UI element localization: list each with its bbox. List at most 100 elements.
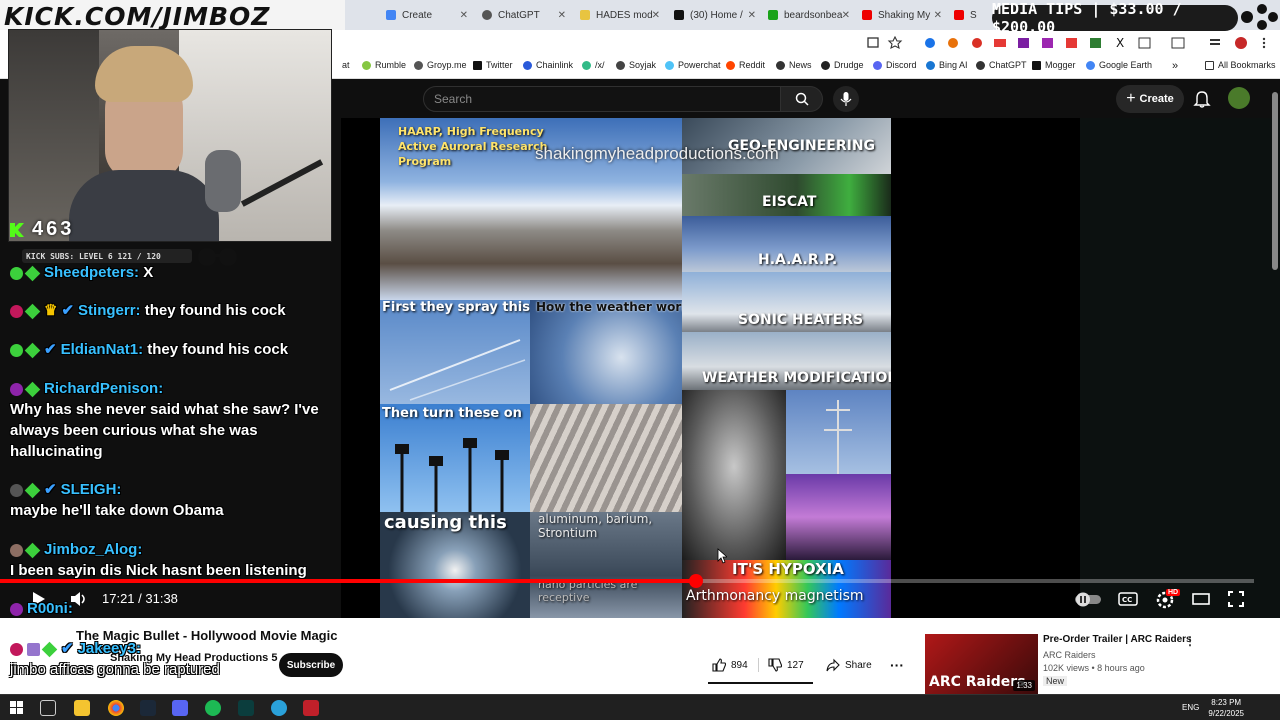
gift-badge-icon: [27, 642, 40, 656]
windows-taskbar: ENG 8:23 PM 9/22/2025: [0, 694, 1280, 720]
bookmark-item[interactable]: Soyjak: [616, 60, 656, 70]
bookmark-item[interactable]: Drudge: [821, 60, 864, 70]
share-icon: [826, 658, 840, 672]
chat-username[interactable]: R00ni:: [27, 600, 73, 617]
create-button[interactable]: + Create: [1116, 85, 1184, 113]
bookmark-item[interactable]: ChatGPT: [976, 60, 1027, 70]
voice-search-button[interactable]: [833, 86, 859, 112]
new-badge: New: [1043, 676, 1068, 686]
like-button[interactable]: 894: [712, 654, 748, 676]
soyjak-icon: [616, 60, 625, 70]
browser-tab[interactable]: HADES mod ✕: [574, 4, 664, 26]
recommended-menu-icon[interactable]: ⋮: [1184, 634, 1196, 648]
discord-icon[interactable]: [172, 700, 188, 716]
bookmark-item[interactable]: /x/: [582, 60, 605, 70]
chat-username[interactable]: Jimboz_Alog:: [44, 541, 142, 558]
dislike-button[interactable]: 127: [768, 654, 804, 676]
subscriber-badge-icon: [24, 303, 41, 319]
recommended-video-title[interactable]: Pre-Order Trailer | ARC Raiders: [1043, 634, 1192, 645]
steam-icon[interactable]: [140, 700, 156, 716]
bookmark-item[interactable]: Bing AI: [926, 60, 968, 70]
close-tab-icon[interactable]: ✕: [652, 10, 660, 21]
bookmark-label: Mogger: [1045, 60, 1076, 70]
close-tab-icon[interactable]: ✕: [934, 10, 942, 21]
close-tab-icon[interactable]: ✕: [460, 10, 468, 21]
all-bookmarks-button[interactable]: All Bookmarks: [1205, 60, 1276, 70]
bookmark-item[interactable]: News: [776, 60, 812, 70]
tab-label: (30) Home /: [690, 9, 743, 21]
chat-username[interactable]: Sheedpeters:: [44, 264, 139, 281]
app-icon[interactable]: [238, 700, 254, 716]
chat-username[interactable]: SLEIGH:: [61, 481, 122, 498]
notifications-bell-icon[interactable]: [1192, 89, 1212, 109]
thumbnail-text: ARC Raiders: [929, 674, 1026, 690]
captions-icon[interactable]: CC: [1118, 591, 1138, 607]
close-tab-icon[interactable]: ✕: [558, 10, 566, 21]
bookmark-item[interactable]: Powerchat: [665, 60, 721, 70]
app-icon[interactable]: [303, 700, 319, 716]
theater-mode-icon[interactable]: [1192, 592, 1210, 606]
browser-tab[interactable]: Shaking My ✕: [856, 4, 946, 26]
bookmark-item[interactable]: Reddit: [726, 60, 765, 70]
browser-tab[interactable]: ChatGPT ✕: [476, 4, 570, 26]
taskbar-clock[interactable]: 8:23 PM 9/22/2025: [1208, 697, 1244, 719]
chatgpt-icon: [976, 60, 985, 70]
bookmark-item[interactable]: Groyp.me: [414, 60, 467, 70]
eiscat-label: EISCAT: [762, 194, 817, 210]
folder-icon: [1205, 60, 1214, 70]
chat-username[interactable]: Jakeey3:: [78, 640, 141, 657]
bookmark-item[interactable]: Chainlink: [523, 60, 573, 70]
bookmark-label: at: [342, 60, 350, 70]
browser-tab[interactable]: Create ✕: [380, 4, 472, 26]
x-twitter-icon: [473, 60, 482, 70]
chat-username[interactable]: Stingerr:: [78, 302, 141, 319]
account-avatar[interactable]: [1228, 87, 1250, 109]
more-actions-icon[interactable]: ···: [890, 654, 904, 676]
share-button[interactable]: Share: [826, 654, 872, 676]
chat-username[interactable]: EldianNat1:: [61, 341, 144, 358]
bookmarks-overflow-chevron-icon[interactable]: »: [1172, 60, 1178, 72]
bookmark-item[interactable]: Discord: [873, 60, 917, 70]
tower-sky-image: [786, 390, 891, 474]
autoplay-toggle-icon[interactable]: [1074, 591, 1104, 607]
windows-start-icon[interactable]: [10, 701, 24, 715]
fullscreen-icon[interactable]: [1228, 591, 1244, 607]
recommended-video-thumbnail[interactable]: ARC Raiders 1:33: [925, 634, 1038, 694]
close-tab-icon[interactable]: ✕: [748, 10, 756, 21]
chat-message: ✔ Jakeey3: jimbo afficas gonna be raptured: [10, 638, 330, 680]
spotify-icon[interactable]: [205, 700, 221, 716]
task-view-icon[interactable]: [40, 700, 56, 716]
page-scrollbar[interactable]: [1272, 92, 1278, 270]
tab-favicon-icon: [954, 10, 964, 20]
video-player[interactable]: HAARP, High Frequency Active Auroral Res…: [341, 118, 1280, 618]
browser-tab[interactable]: beardsonbea ✕: [762, 4, 854, 26]
browser-tab[interactable]: (30) Home / ✕: [668, 4, 760, 26]
bookmark-item[interactable]: at: [342, 60, 350, 70]
like-count: 894: [731, 659, 748, 671]
tab-label: HADES mod: [596, 9, 653, 21]
video-frame-collage: HAARP, High Frequency Active Auroral Res…: [380, 118, 891, 618]
viewer-count-number: 463: [32, 218, 75, 240]
close-tab-icon[interactable]: ✕: [842, 10, 850, 21]
ground-pattern-image: [530, 404, 682, 512]
chat-text: they found his cock: [144, 302, 286, 319]
browser-tab[interactable]: S: [948, 4, 988, 26]
chat-username[interactable]: RichardPenison:: [44, 380, 163, 397]
video-watermark: shakingmyheadproductions.com: [535, 144, 779, 163]
haarp-label: H.A.A.R.P.: [758, 252, 838, 268]
progress-scrubber-handle[interactable]: [688, 574, 703, 588]
telegram-icon[interactable]: [271, 700, 287, 716]
chrome-icon[interactable]: [108, 700, 124, 716]
search-input[interactable]: Search: [423, 86, 781, 112]
language-indicator[interactable]: ENG: [1182, 703, 1199, 712]
file-explorer-icon[interactable]: [74, 700, 90, 716]
bookmark-item[interactable]: Rumble: [362, 60, 406, 70]
chat-text: they found his cock: [147, 341, 289, 358]
tab-favicon-icon: [386, 10, 396, 20]
bookmark-item[interactable]: Mogger: [1032, 60, 1076, 70]
bookmark-item[interactable]: Google Earth: [1086, 60, 1152, 70]
aluminum-label: aluminum, barium, Strontium: [538, 512, 653, 540]
search-button[interactable]: [781, 86, 823, 112]
weather-clouds-image: How the weather works: [530, 300, 682, 404]
bookmark-item[interactable]: Twitter: [473, 60, 513, 70]
